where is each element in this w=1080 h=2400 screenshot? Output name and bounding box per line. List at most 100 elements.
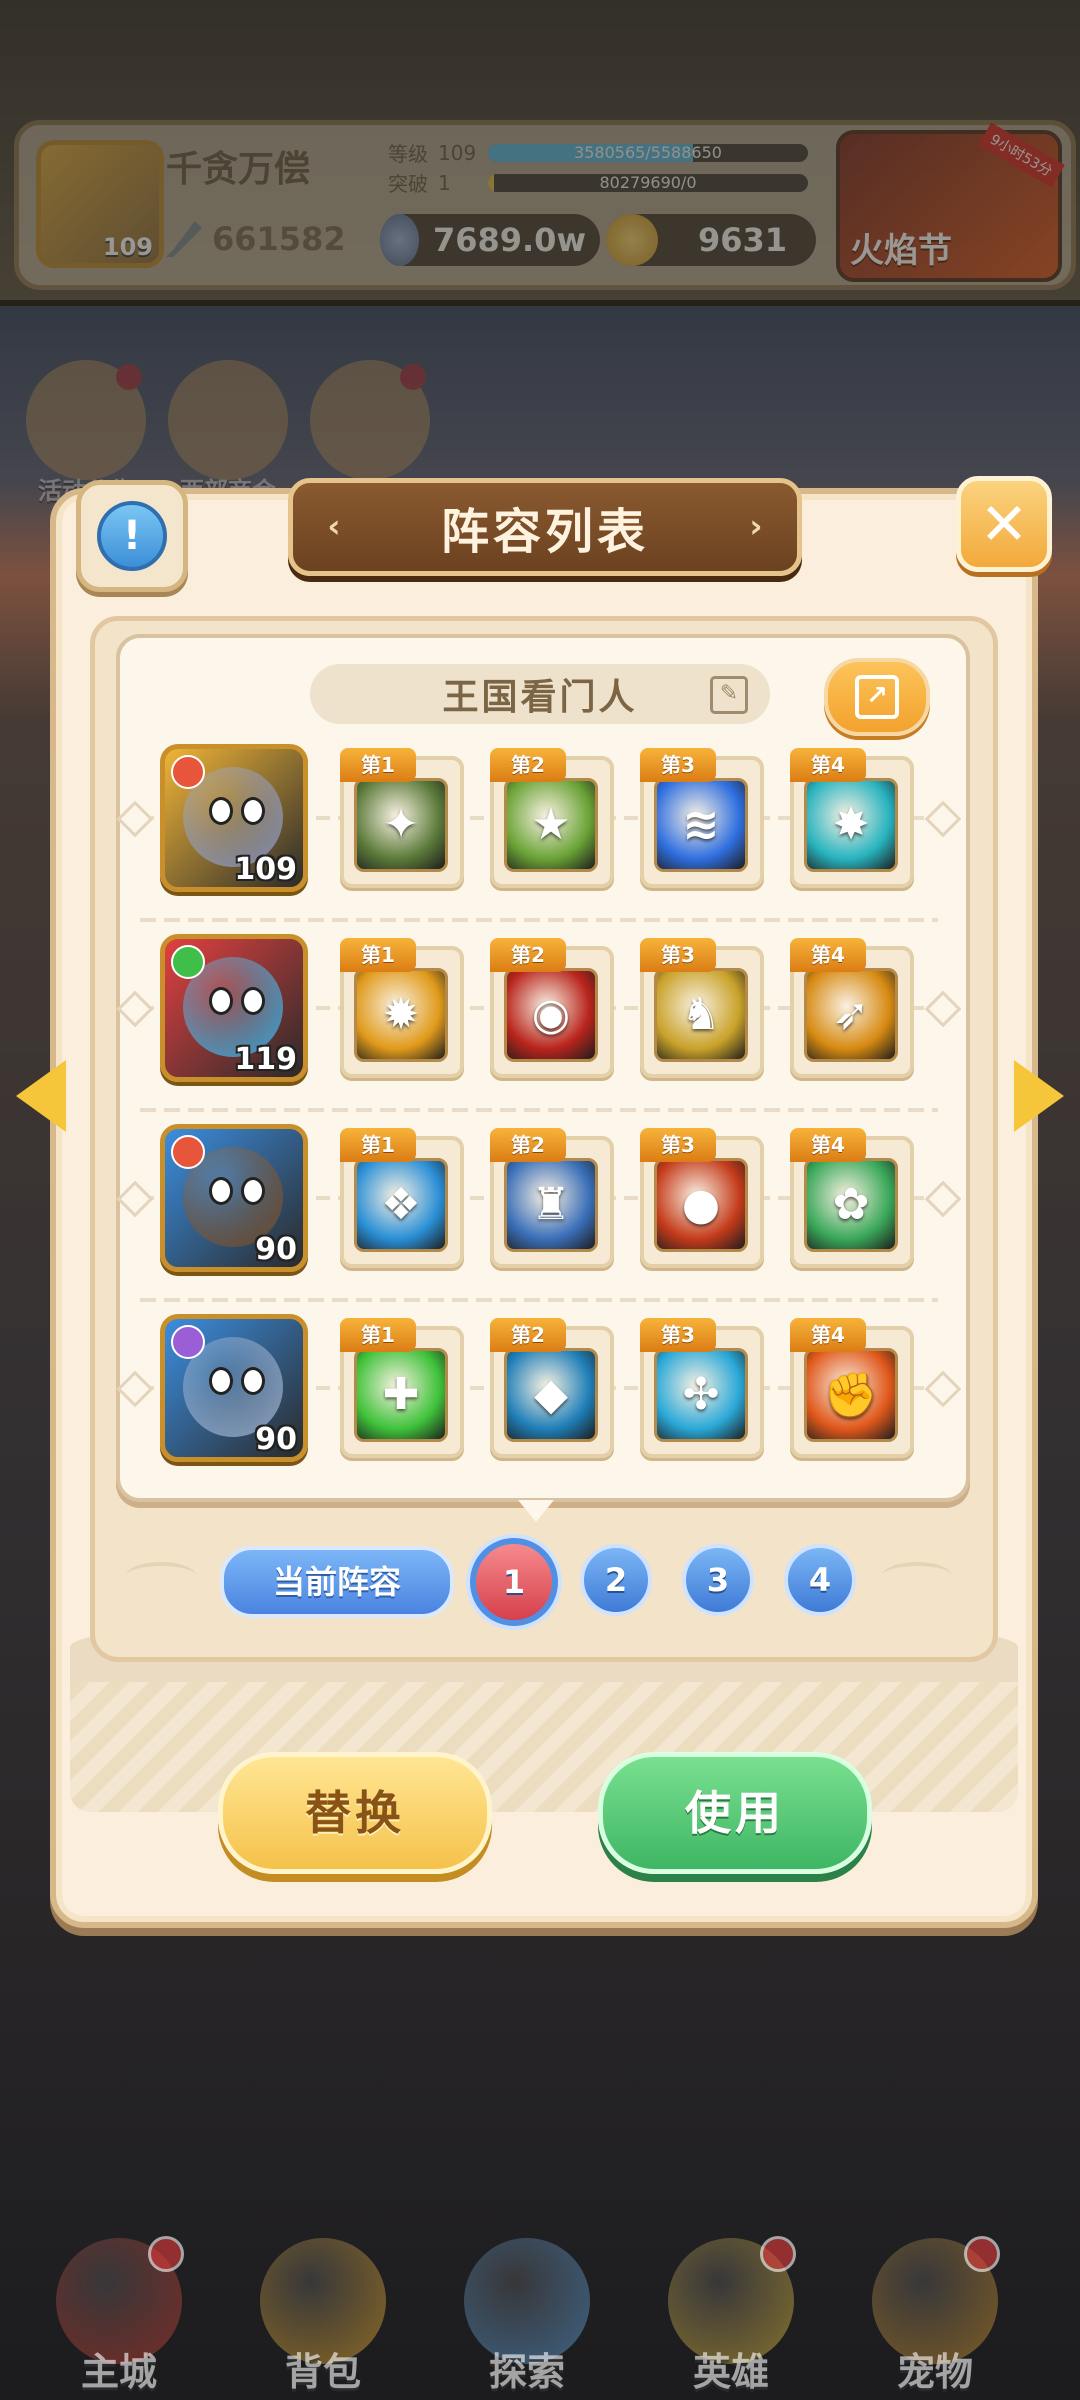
current-lineup-label: 当前阵容 bbox=[220, 1546, 454, 1618]
notification-dot bbox=[148, 2236, 184, 2272]
hero-eye bbox=[209, 1367, 233, 1395]
nav-item-1[interactable]: 背包 bbox=[238, 2230, 408, 2400]
skill-glyph: ◉ bbox=[531, 989, 571, 1040]
lineup-row: 119 ✹ 第1 ◉ 第2 ♞ 第3 ➶ 第4 bbox=[116, 930, 962, 1096]
skill-glyph: ➶ bbox=[832, 989, 870, 1040]
skill-slot-tag: 第4 bbox=[790, 748, 866, 782]
share-button[interactable]: ↗ bbox=[824, 658, 930, 736]
skill-glyph: ✸ bbox=[832, 799, 870, 850]
skill-glyph: ★ bbox=[531, 799, 571, 850]
hero-level: 109 bbox=[234, 852, 297, 887]
skill-glyph: ● bbox=[681, 1179, 721, 1230]
notification-dot bbox=[964, 2236, 1000, 2272]
modal-title: 阵容列表 bbox=[440, 504, 649, 560]
swirl-decoration bbox=[882, 1562, 952, 1590]
nav-item-4[interactable]: 宠物 bbox=[850, 2230, 1020, 2400]
row-separator bbox=[140, 1298, 938, 1302]
skill-icon: ✚ bbox=[354, 1348, 448, 1442]
modal-title-plate: ‹ 阵容列表 › bbox=[288, 478, 802, 576]
skill-slot-1[interactable]: ✚ 第1 bbox=[340, 1318, 464, 1458]
use-button[interactable]: 使用 bbox=[598, 1752, 872, 1874]
hero-eye bbox=[241, 1367, 265, 1395]
skill-slot-1[interactable]: ✹ 第1 bbox=[340, 938, 464, 1078]
row-separator bbox=[140, 1108, 938, 1112]
bottom-nav: 主城 背包 探索 英雄 宠物 bbox=[0, 2230, 1080, 2400]
next-page-arrow[interactable] bbox=[994, 1060, 1064, 1140]
skill-slot-tag: 第1 bbox=[340, 1318, 416, 1352]
skill-slot-4[interactable]: ➶ 第4 bbox=[790, 938, 914, 1078]
skill-glyph: ✹ bbox=[382, 989, 420, 1040]
skill-slot-tag: 第3 bbox=[640, 938, 716, 972]
hero-eye bbox=[209, 797, 233, 825]
skill-slot-tag: 第4 bbox=[790, 938, 866, 972]
skill-icon: ♜ bbox=[504, 1158, 598, 1252]
modal-decoration bbox=[70, 1612, 1018, 1812]
skill-glyph: ◆ bbox=[534, 1369, 568, 1420]
lineup-page-2[interactable]: 2 bbox=[580, 1544, 652, 1616]
team-name: 王国看门人 bbox=[442, 677, 638, 718]
skill-slot-3[interactable]: ≋ 第3 bbox=[640, 748, 764, 888]
skill-slot-tag: 第2 bbox=[490, 748, 566, 782]
skill-slot-tag: 第2 bbox=[490, 938, 566, 972]
skill-glyph: ✦ bbox=[382, 799, 420, 850]
skill-slot-tag: 第2 bbox=[490, 1318, 566, 1352]
hero-portrait[interactable]: 109 bbox=[160, 744, 308, 892]
skill-icon: ✹ bbox=[354, 968, 448, 1062]
nav-label: 宠物 bbox=[896, 2350, 973, 2394]
info-button[interactable]: ! bbox=[76, 480, 188, 592]
skill-glyph: ✊ bbox=[823, 1370, 879, 1421]
lineup-pager: 当前阵容 1 2 3 4 bbox=[116, 1538, 962, 1626]
skill-icon: ✸ bbox=[804, 778, 898, 872]
prev-page-arrow[interactable] bbox=[16, 1060, 86, 1140]
nav-item-2[interactable]: 探索 bbox=[442, 2230, 612, 2400]
swirl-decoration bbox=[126, 1562, 196, 1590]
share-icon: ↗ bbox=[855, 675, 899, 719]
skill-icon: ◆ bbox=[504, 1348, 598, 1442]
skill-slot-3[interactable]: ✣ 第3 bbox=[640, 1318, 764, 1458]
edit-icon[interactable]: ✎ bbox=[710, 676, 748, 714]
skill-slot-3[interactable]: ♞ 第3 bbox=[640, 938, 764, 1078]
close-button[interactable]: ✕ bbox=[956, 476, 1052, 572]
skill-slot-1[interactable]: ❖ 第1 bbox=[340, 1128, 464, 1268]
lineup-page-3[interactable]: 3 bbox=[682, 1544, 754, 1616]
skill-slot-2[interactable]: ★ 第2 bbox=[490, 748, 614, 888]
skill-icon: ✿ bbox=[804, 1158, 898, 1252]
skill-slot-4[interactable]: ✸ 第4 bbox=[790, 748, 914, 888]
hero-eye bbox=[209, 1177, 233, 1205]
skill-slot-tag: 第4 bbox=[790, 1318, 866, 1352]
skill-icon: ★ bbox=[504, 778, 598, 872]
skill-icon: ❖ bbox=[354, 1158, 448, 1252]
skill-slot-tag: 第1 bbox=[340, 1128, 416, 1162]
skill-slot-tag: 第1 bbox=[340, 938, 416, 972]
nav-label: 英雄 bbox=[692, 2350, 769, 2394]
row-separator bbox=[140, 918, 938, 922]
hero-eye bbox=[209, 987, 233, 1015]
element-icon bbox=[171, 1325, 205, 1359]
arrow-right-icon bbox=[1014, 1060, 1064, 1132]
hero-portrait[interactable]: 90 bbox=[160, 1314, 308, 1462]
hero-portrait[interactable]: 119 bbox=[160, 934, 308, 1082]
skill-slot-2[interactable]: ◉ 第2 bbox=[490, 938, 614, 1078]
skill-slot-4[interactable]: ✿ 第4 bbox=[790, 1128, 914, 1268]
hero-portrait[interactable]: 90 bbox=[160, 1124, 308, 1272]
nav-item-3[interactable]: 英雄 bbox=[646, 2230, 816, 2400]
skill-icon: ✣ bbox=[654, 1348, 748, 1442]
hero-level: 90 bbox=[255, 1232, 297, 1267]
skill-slot-2[interactable]: ◆ 第2 bbox=[490, 1318, 614, 1458]
skill-slot-4[interactable]: ✊ 第4 bbox=[790, 1318, 914, 1458]
nav-item-0[interactable]: 主城 bbox=[34, 2230, 204, 2400]
team-name-field[interactable]: 王国看门人 ✎ bbox=[310, 664, 770, 724]
skill-icon: ◉ bbox=[504, 968, 598, 1062]
hero-level: 90 bbox=[255, 1422, 297, 1457]
lineup-page-4[interactable]: 4 bbox=[784, 1544, 856, 1616]
lineup-page-1[interactable]: 1 bbox=[470, 1538, 558, 1626]
skill-slot-2[interactable]: ♜ 第2 bbox=[490, 1128, 614, 1268]
skill-icon: ♞ bbox=[654, 968, 748, 1062]
replace-button[interactable]: 替换 bbox=[218, 1752, 492, 1874]
chevron-right-icon: › bbox=[749, 507, 763, 545]
skill-slot-3[interactable]: ● 第3 bbox=[640, 1128, 764, 1268]
skill-icon: ≋ bbox=[654, 778, 748, 872]
nav-label: 主城 bbox=[80, 2350, 157, 2394]
skill-slot-1[interactable]: ✦ 第1 bbox=[340, 748, 464, 888]
nav-label: 背包 bbox=[284, 2350, 361, 2394]
